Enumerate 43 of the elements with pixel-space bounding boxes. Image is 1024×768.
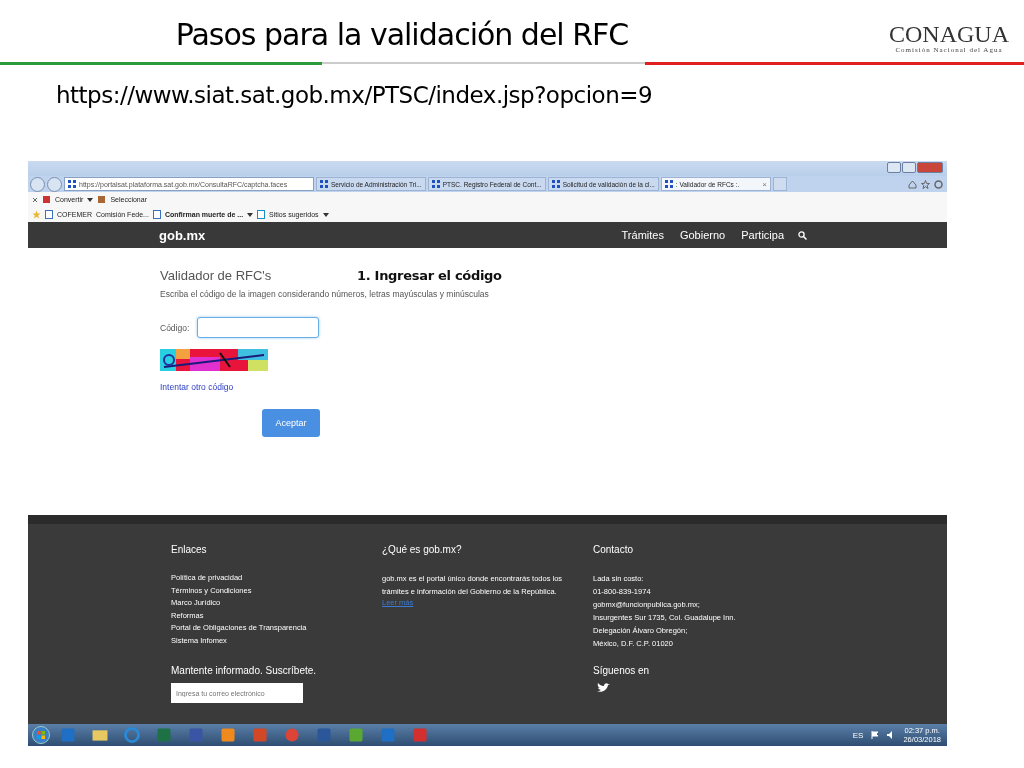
caret-icon[interactable] bbox=[87, 197, 94, 202]
url-text: https://www.siat.sat.gob.mx/PTSC/index.jsp?opcion=9 bbox=[55, 81, 654, 110]
maximize-button[interactable] bbox=[902, 162, 916, 173]
site-icon bbox=[68, 180, 76, 188]
bird-icon[interactable] bbox=[597, 683, 610, 693]
field-label: Código: bbox=[160, 322, 190, 333]
footer-heading: ¿Qué es gob.mx? bbox=[382, 544, 463, 555]
form-title: Validador de RFC's bbox=[160, 268, 273, 283]
flag-icon[interactable] bbox=[871, 731, 880, 739]
search-icon[interactable] bbox=[798, 230, 807, 240]
page-icon bbox=[152, 210, 161, 219]
page-icon bbox=[257, 210, 266, 219]
site-logo[interactable]: gob.mx bbox=[159, 227, 206, 243]
footer-heading: Mantente informado. Suscríbete. bbox=[171, 665, 318, 676]
slide-title: Pasos para la validación del RFC bbox=[174, 17, 630, 54]
retry-link[interactable]: Intentar otro código bbox=[160, 382, 947, 392]
site-icon bbox=[664, 180, 673, 188]
nav-link[interactable]: Participa bbox=[741, 229, 784, 241]
nav-link[interactable]: Gobierno bbox=[679, 229, 726, 241]
caret-icon[interactable] bbox=[322, 212, 329, 217]
home-icon[interactable] bbox=[908, 179, 917, 189]
footer-heading: Contacto bbox=[593, 544, 635, 555]
site-icon bbox=[320, 180, 328, 188]
star-icon[interactable] bbox=[32, 210, 41, 219]
close-icon[interactable] bbox=[32, 196, 38, 203]
instructions-text: Escriba el código de la imagen considerando números, letras mayúsculas y minúsculas bbox=[160, 289, 490, 299]
footer-heading: Enlaces bbox=[171, 544, 208, 555]
start-button[interactable] bbox=[32, 726, 50, 744]
site-icon bbox=[551, 180, 560, 188]
minimize-button[interactable] bbox=[887, 162, 901, 173]
page-icon bbox=[45, 210, 53, 219]
forward-button[interactable] bbox=[47, 176, 62, 192]
new-tab-button[interactable] bbox=[772, 177, 787, 191]
annotation-text: 1. Ingresar el código bbox=[357, 268, 502, 283]
settings-icon[interactable] bbox=[934, 179, 943, 189]
nav-link[interactable]: Trámites bbox=[621, 229, 664, 241]
site-icon bbox=[431, 180, 440, 188]
star-icon[interactable] bbox=[921, 179, 930, 189]
language-indicator[interactable]: ES bbox=[852, 730, 864, 740]
close-tab-icon[interactable]: × bbox=[762, 179, 767, 189]
footer-heading: Síguenos en bbox=[593, 665, 651, 676]
code-field[interactable] bbox=[197, 317, 320, 338]
caret-icon[interactable] bbox=[247, 212, 254, 217]
